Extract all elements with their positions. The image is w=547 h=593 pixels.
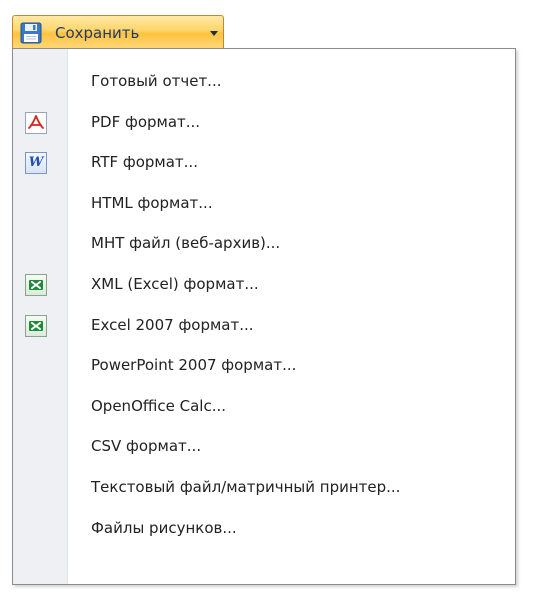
menu-item-label: CSV формат... (91, 437, 202, 456)
save-format-menu: Готовый отчет... PDF формат... W RTF фор… (12, 48, 516, 585)
floppy-disk-icon (20, 22, 42, 44)
pdf-icon (25, 111, 47, 134)
menu-item-label: RTF формат... (91, 153, 198, 172)
dropdown-arrow-icon[interactable] (210, 31, 218, 36)
save-button[interactable]: Сохранить (12, 15, 224, 49)
menu-item-label: Файлы рисунков... (91, 518, 237, 537)
menu-item-text-file-printer[interactable]: Текстовый файл/матричный принтер... (13, 469, 515, 510)
menu-item-label: Excel 2007 формат... (91, 315, 254, 334)
menu-item-label: MHT файл (веб-архив)... (91, 234, 281, 253)
menu-item-image-files[interactable]: Файлы рисунков... (13, 510, 515, 551)
excel-icon (25, 273, 47, 296)
menu-item-powerpoint-2007[interactable]: PowerPoint 2007 формат... (13, 347, 515, 388)
menu-item-rtf[interactable]: W RTF формат... (13, 144, 515, 185)
menu-item-label: Готовый отчет... (91, 72, 222, 90)
menu-item-excel-2007[interactable]: Excel 2007 формат... (13, 307, 515, 348)
menu-item-label: Текстовый файл/матричный принтер... (91, 477, 401, 496)
menu-item-html[interactable]: HTML формат... (13, 185, 515, 226)
menu-item-label: PDF формат... (91, 112, 201, 131)
menu-item-openoffice-calc[interactable]: OpenOffice Calc... (13, 388, 515, 429)
menu-item-mht[interactable]: MHT файл (веб-архив)... (13, 225, 515, 266)
menu-item-label: OpenOffice Calc... (91, 396, 226, 415)
menu-item-label: HTML формат... (91, 193, 213, 212)
excel-icon (25, 314, 47, 337)
menu-item-csv[interactable]: CSV формат... (13, 428, 515, 469)
menu-item-label: PowerPoint 2007 формат... (91, 356, 297, 375)
save-button-label: Сохранить (55, 24, 140, 42)
menu-item-label: XML (Excel) формат... (91, 274, 259, 293)
menu-item-pdf[interactable]: PDF формат... (13, 104, 515, 145)
menu-item-ready-report[interactable]: Готовый отчет... (13, 63, 515, 104)
menu-item-xml-excel[interactable]: XML (Excel) формат... (13, 266, 515, 307)
word-icon: W (25, 152, 47, 175)
